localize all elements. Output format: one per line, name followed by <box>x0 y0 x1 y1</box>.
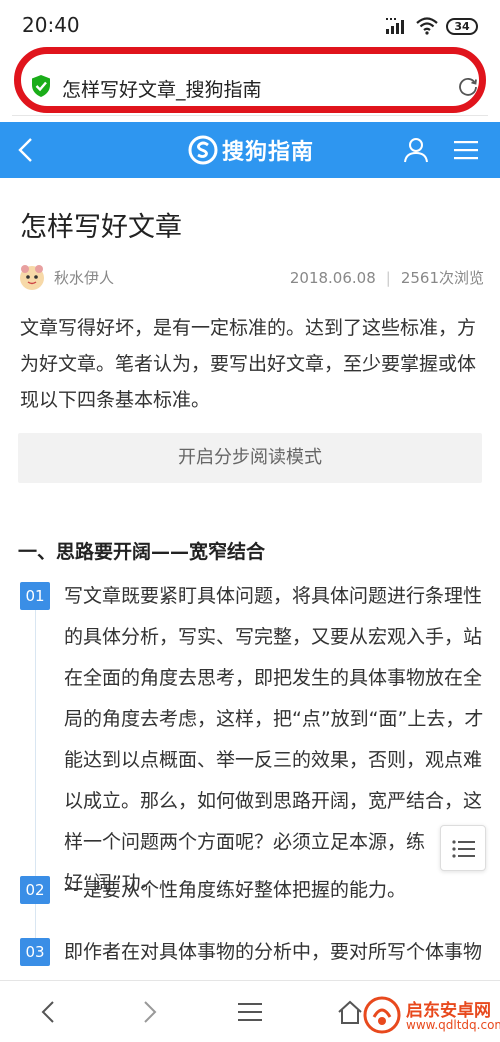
site-watermark: 启东安卓网 www.qdltdq.com <box>362 992 500 1038</box>
watermark-url: www.qdltdq.com <box>406 1018 500 1032</box>
status-bar: 20:40 34 <box>0 0 500 52</box>
battery-icon: 34 <box>446 17 478 35</box>
step-number-01: 01 <box>20 582 50 610</box>
app-header: 搜狗指南 <box>0 122 500 178</box>
view-count: 2561次浏览 <box>400 269 484 287</box>
secure-shield-icon <box>32 75 50 97</box>
nav-home-icon[interactable] <box>337 999 363 1025</box>
refresh-icon[interactable] <box>456 74 480 98</box>
article-intro: 文章写得好坏，是有一定标准的。达到了这些标准，方为好文章。笔者认为，要写出好文章… <box>20 317 477 411</box>
signal-icon <box>386 18 404 34</box>
sogou-logo-icon <box>188 135 218 165</box>
status-icons: 34 <box>386 15 478 37</box>
wifi-icon <box>416 17 438 35</box>
user-icon[interactable] <box>402 136 430 164</box>
author-name[interactable]: 秋水伊人 <box>54 267 114 288</box>
timeline-line <box>35 600 36 960</box>
back-arrow-icon[interactable] <box>12 134 42 166</box>
publish-date: 2018.06.08 <box>289 268 376 287</box>
article-meta: 2018.06.08 | 2561次浏览 <box>290 267 484 288</box>
nav-forward-icon[interactable] <box>136 999 162 1025</box>
menu-icon[interactable] <box>452 138 480 162</box>
watermark-logo-icon <box>363 996 401 1034</box>
section-heading: 一、思路要开阔——宽窄结合 <box>18 541 266 563</box>
article-title: 怎样写好文章 <box>20 212 182 243</box>
list-icon <box>452 840 475 858</box>
table-of-contents-button[interactable] <box>440 825 486 871</box>
status-time: 20:40 <box>22 13 80 37</box>
step-reading-mode-button[interactable]: 开启分步阅读模式 <box>18 433 482 483</box>
step-text-03: 即作者在对具体事物的分析中，要对所写个体事物有具体的“实”的方面有个全面的把握，… <box>64 941 483 963</box>
nav-menu-icon[interactable] <box>237 999 263 1025</box>
sogou-guide-logo[interactable]: 搜狗指南 <box>188 132 314 168</box>
avatar[interactable] <box>18 263 46 291</box>
nav-back-icon[interactable] <box>36 999 62 1025</box>
logo-text: 搜狗指南 <box>222 140 315 165</box>
step-text-01: 写文章既要紧盯具体问题，将具体问题进行条理性的具体分析，写实、写完整，又要从宏观… <box>64 585 484 894</box>
step-number-03: 03 <box>20 938 50 966</box>
author-row: 秋水伊人 2018.06.08 | 2561次浏览 <box>18 262 484 294</box>
step-number-02: 02 <box>20 876 50 904</box>
page-url-title: 怎样写好文章_搜狗指南 <box>62 79 262 101</box>
step-text-02: 一是要从个性角度练好整体把握的能力。 <box>64 879 407 901</box>
url-bar[interactable]: 怎样写好文章_搜狗指南 <box>12 60 488 116</box>
meta-divider: | <box>385 268 391 287</box>
